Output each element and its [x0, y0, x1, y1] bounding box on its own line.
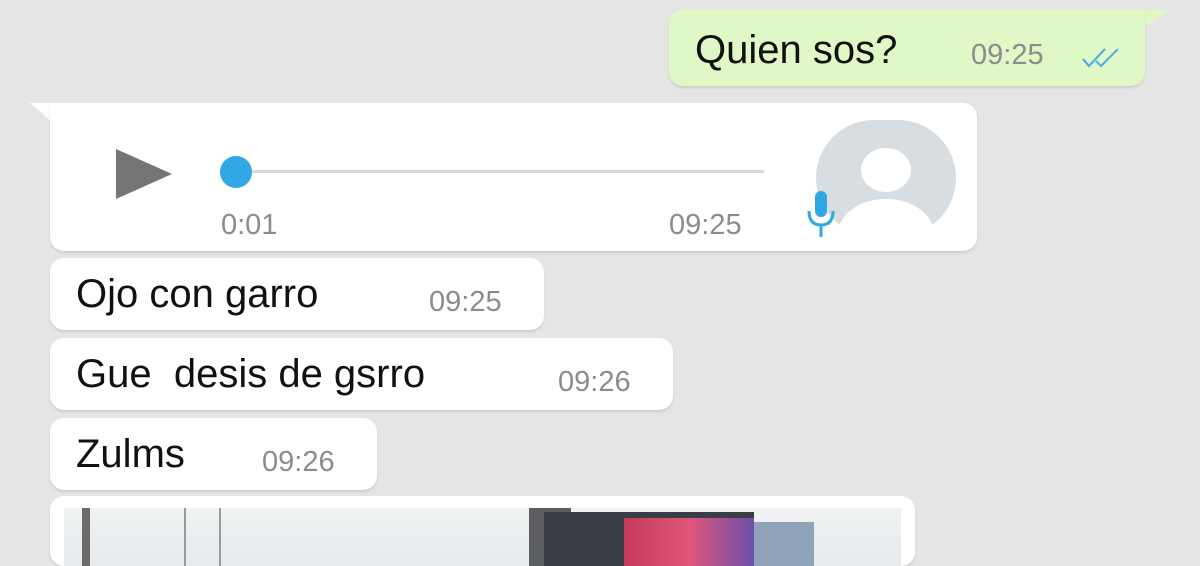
voice-message-bubble[interactable]: 0:01 09:25	[50, 103, 977, 251]
photo-sign	[624, 518, 754, 566]
photo-wire	[219, 508, 221, 566]
incoming-message-bubble[interactable]: Zulms 09:26	[50, 418, 377, 490]
message-time: 09:26	[558, 366, 631, 398]
message-time: 09:25	[971, 39, 1044, 71]
double-check-icon	[1082, 48, 1119, 68]
image-message-bubble[interactable]	[50, 496, 915, 566]
voice-duration: 0:01	[221, 209, 278, 241]
message-time: 09:25	[669, 209, 742, 241]
avatar-shoulders	[838, 199, 934, 236]
incoming-message-bubble[interactable]: Ojo con garro 09:25	[50, 258, 544, 330]
message-time: 09:26	[262, 446, 335, 478]
photo-pole	[82, 508, 90, 566]
play-icon[interactable]	[116, 149, 172, 199]
audio-seek-handle[interactable]	[220, 156, 252, 188]
photo-thumbnail[interactable]	[64, 508, 901, 566]
incoming-message-bubble[interactable]: Gue desis de gsrro 09:26	[50, 338, 673, 410]
audio-progress-track[interactable]	[234, 170, 764, 173]
message-text: Quien sos?	[695, 28, 898, 72]
photo-wire	[184, 508, 186, 566]
message-time: 09:25	[429, 286, 502, 318]
outgoing-message-bubble[interactable]: Quien sos? 09:25	[669, 10, 1145, 86]
message-text: Gue desis de gsrro	[76, 352, 426, 396]
avatar-head	[861, 148, 911, 192]
microphone-icon	[807, 191, 835, 237]
message-text: Zulms	[76, 432, 185, 476]
avatar-icon[interactable]	[816, 120, 956, 236]
photo-building	[754, 522, 814, 566]
message-text: Ojo con garro	[76, 272, 319, 316]
